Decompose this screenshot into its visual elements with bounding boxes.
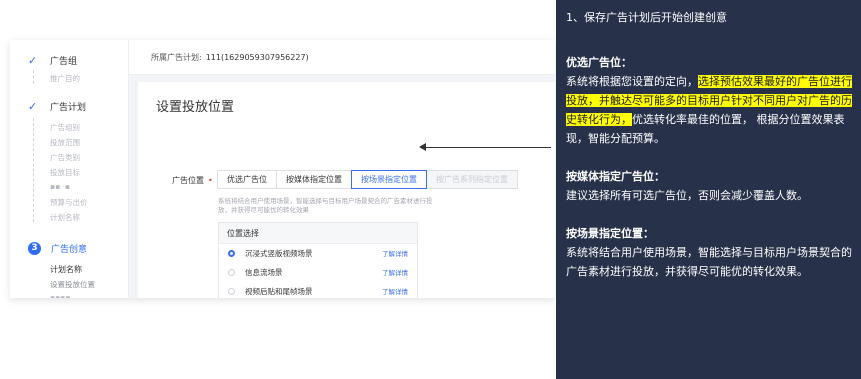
- step-sub-item[interactable]: 预算与出价: [50, 197, 88, 208]
- step-sub-item[interactable]: 广告组别: [50, 122, 80, 133]
- pointer-arrow-line: [425, 147, 551, 148]
- intro-note: 1、保存广告计划后开始创建创意: [566, 11, 727, 24]
- field-label: 广告位置 •: [172, 175, 213, 186]
- option-row[interactable]: 沉浸式竖版视频场景 了解详情: [228, 246, 408, 260]
- field-label-text: 广告位置: [172, 176, 204, 185]
- option-label: 沉浸式竖版视频场景: [245, 248, 313, 258]
- step-title: 广告创意: [51, 244, 88, 255]
- placement-form: 设置投放位置 广告位置 • 优选广告位 按媒体指定位置 按场景指定位置 按广告系列…: [138, 82, 555, 298]
- option-row[interactable]: 视频后贴和尾帧场景 了解详情: [228, 284, 408, 298]
- required-mark: •: [208, 176, 213, 185]
- radio-unselected[interactable]: [228, 287, 235, 295]
- annotation-panel: 1、保存广告计划后开始创建创意 优选广告位： 系统将根据您设置的定向，选择预估效…: [556, 0, 861, 379]
- tab-hint-text: 系统将结合用户使用场景，智能选择与目标用户场景契合的广告素材进行投放，并获得尽可…: [218, 197, 433, 214]
- learn-more-link[interactable]: 了解详情: [382, 286, 408, 296]
- option-label: 视频后贴和尾帧场景: [245, 286, 313, 296]
- preferred-placement-text: 系统将根据您设置的定向，选择预估效果最好的广告位进行投放，并触达尽可能多的目标用…: [566, 72, 855, 148]
- position-select-panel: 位置选择 沉浸式竖版视频场景 了解详情 信息流场景 了解详情 视频后贴和尾帧场景…: [218, 222, 418, 298]
- section-title: 设置投放位置: [156, 100, 235, 115]
- by-scene-text: 系统将结合用户使用场景，智能选择与目标用户场景契合的广告素材进行投放，并获得尽可…: [566, 246, 852, 278]
- step-title: 广告计划: [50, 102, 87, 113]
- tab-preferred-placement[interactable]: 优选广告位: [217, 170, 277, 189]
- note-text: 系统将根据您设置的定向，: [566, 75, 698, 88]
- tab-by-series[interactable]: 按广告系列指定位置: [426, 170, 518, 189]
- step-sub-item[interactable]: 推广目的: [50, 73, 80, 84]
- step-sub-item[interactable]: 设置投放位置: [50, 279, 95, 290]
- step-number-badge: 3: [28, 241, 41, 255]
- step-ad-group[interactable]: ✓ 广告组: [28, 52, 77, 68]
- learn-more-link[interactable]: 了解详情: [382, 248, 408, 258]
- option-row[interactable]: 信息流场景 了解详情: [228, 265, 408, 279]
- preferred-placement-heading: 优选广告位：: [566, 56, 632, 69]
- step-sub-item[interactable]: 投放范围: [50, 137, 80, 148]
- step-sub-item-cut: ▪▪▪▪: [50, 293, 71, 298]
- step-sub-item[interactable]: 计划名称: [50, 264, 82, 275]
- panel-title: 位置选择: [219, 223, 417, 244]
- step-ad-creative[interactable]: 3 广告创意: [28, 240, 87, 256]
- check-icon: ✓: [28, 53, 38, 67]
- step-sub-item[interactable]: 广告类别: [50, 152, 80, 163]
- learn-more-link[interactable]: 了解详情: [382, 267, 408, 277]
- plan-label: 所属广告计划:: [151, 52, 202, 62]
- option-label: 信息流场景: [245, 267, 283, 277]
- arrow-left-icon: [419, 143, 426, 151]
- tab-by-scene[interactable]: 按场景指定位置: [351, 170, 427, 189]
- radio-unselected[interactable]: [228, 268, 235, 276]
- plan-id: 111(1629059307956227): [205, 52, 309, 62]
- placement-tabs: 优选广告位 按媒体指定位置 按场景指定位置 按广告系列指定位置: [217, 170, 518, 189]
- step-sidebar: ✓ 广告组 推广目的 ✓ 广告计划 广告组别 投放范围 广告类别 投放目标 ▪▪…: [10, 40, 129, 298]
- step-title: 广告组: [50, 56, 78, 67]
- radio-selected[interactable]: [228, 249, 235, 257]
- step-sub-item[interactable]: 投放目标: [50, 167, 80, 178]
- step-connector: [33, 70, 34, 84]
- check-icon: ✓: [28, 99, 38, 113]
- tab-by-media[interactable]: 按媒体指定位置: [276, 170, 352, 189]
- by-scene-heading: 按场景指定位置：: [566, 227, 654, 240]
- screenshot-card: ✓ 广告组 推广目的 ✓ 广告计划 广告组别 投放范围 广告类别 投放目标 ▪▪…: [10, 40, 555, 298]
- plan-header: 所属广告计划: 111(1629059307956227): [129, 40, 555, 75]
- by-media-heading: 按媒体指定广告位：: [566, 170, 665, 183]
- step-connector: [33, 118, 34, 222]
- blurred-sub-item: ▪▪ ·▪: [50, 182, 71, 191]
- step-ad-plan[interactable]: ✓ 广告计划: [28, 98, 86, 114]
- step-sub-item[interactable]: 计划名称: [50, 212, 80, 223]
- by-media-text: 建议选择所有可选广告位，否则会减少覆盖人数。: [566, 189, 808, 202]
